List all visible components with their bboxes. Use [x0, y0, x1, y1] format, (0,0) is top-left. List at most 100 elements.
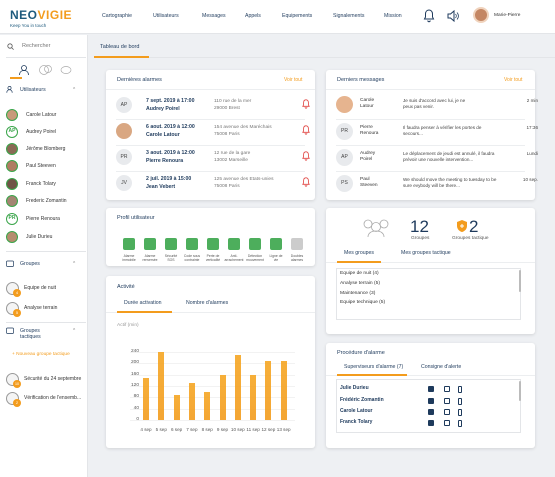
alarm-date: 2 juil. 2019 à 15:00: [146, 176, 192, 182]
y-tick-label: 0: [136, 417, 139, 422]
nav-signalements[interactable]: Signalements: [333, 13, 364, 19]
profile-alarm-item[interactable]: Doubles alarmes: [284, 238, 310, 262]
group-list-item[interactable]: Equipe technique (5): [340, 300, 385, 305]
alarm-bell-icon[interactable]: [302, 151, 310, 161]
tab-supervisors[interactable]: Superviseurs d'alarme (7): [344, 364, 403, 370]
sidebar-user[interactable]: Frederic Zomantin: [6, 195, 86, 207]
alarm-bell-icon[interactable]: [302, 125, 310, 135]
active-tab-indicator: [337, 261, 381, 263]
bar[interactable]: [173, 394, 180, 420]
user-name[interactable]: Marie-Pierre: [494, 13, 520, 18]
bar[interactable]: [204, 391, 211, 420]
phone-icon[interactable]: [444, 420, 450, 426]
mobile-icon[interactable]: [458, 409, 462, 416]
message-row[interactable]: PS Paul Steeven We should move the meeting…: [336, 173, 541, 197]
bell-icon[interactable]: [423, 9, 435, 23]
sidebar-user[interactable]: PR Pierre Renoura: [6, 213, 86, 225]
brand-logo[interactable]: NEOVIGIE Keep You in touch: [10, 8, 72, 28]
y-tick-label: 120: [130, 383, 139, 388]
message-row[interactable]: Carole Latour Je suis d'accord avec lui, …: [336, 94, 541, 118]
scrollbar[interactable]: [519, 381, 521, 401]
sidebar-tactical-group[interactable]: 2 Vérification de l'ensemb...: [6, 392, 88, 407]
tab-my-tactical-groups[interactable]: Mes groupes tactique: [401, 250, 451, 256]
sidebar-group[interactable]: 5 Analyse terrain: [6, 302, 88, 317]
user-avatar[interactable]: [473, 7, 489, 23]
bar[interactable]: [158, 352, 165, 420]
alarm-bell-icon[interactable]: [302, 177, 310, 187]
tab-activation-duration[interactable]: Durée activation: [124, 300, 162, 306]
nav-cartographie[interactable]: Cartographie: [102, 13, 132, 19]
mobile-icon[interactable]: [458, 386, 462, 393]
sidebar-user[interactable]: Carole Latour: [6, 109, 86, 121]
sidebar-group[interactable]: 4 Equipe de nuit: [6, 282, 88, 297]
speaker-icon[interactable]: [447, 9, 459, 23]
sidebar-user[interactable]: Paul Steeven: [6, 160, 86, 172]
sidebar-user[interactable]: Julie Durieu: [6, 231, 86, 243]
sidebar-tactical-group[interactable]: 10 Sécurité du 24 septembre: [6, 373, 88, 388]
bar[interactable]: [280, 360, 287, 420]
alarm-row[interactable]: AP 7 sept. 2019 à 17:00 Audrey Poirel 110 r…: [116, 95, 321, 117]
scrollbar[interactable]: [519, 270, 521, 292]
message-time: Lundi: [526, 151, 538, 156]
tab-my-groups[interactable]: Mes groupes: [344, 250, 374, 256]
group-list-item[interactable]: Analyse terrain (5): [340, 281, 380, 286]
shield-icon: [457, 220, 467, 232]
message-icon[interactable]: [428, 409, 434, 415]
alarm-row[interactable]: PR 3 aout. 2019 à 12:00 Pierre Renoura 12 r…: [116, 147, 321, 169]
message-icon[interactable]: [428, 386, 434, 392]
nav-equipements[interactable]: Equipements: [282, 13, 312, 19]
phone-icon[interactable]: [444, 409, 450, 415]
card-title: Derniers messages: [337, 77, 385, 83]
chevron-up-icon[interactable]: ⌃: [72, 87, 76, 93]
group-list-item[interactable]: Equipe de nuit (4): [340, 271, 379, 276]
bar[interactable]: [143, 377, 149, 420]
see-all-link[interactable]: Voir tout: [504, 77, 522, 83]
group-list-item[interactable]: Maintenance (3): [340, 291, 375, 296]
new-tactical-group-link[interactable]: + Nouveau groupe tactique: [12, 352, 70, 357]
message-icon[interactable]: [428, 420, 434, 426]
avatar: AP: [116, 97, 132, 113]
nav-appels[interactable]: Appels: [245, 13, 261, 19]
bar[interactable]: [188, 383, 195, 420]
sidebar-user[interactable]: Jérôme Blomberg: [6, 143, 86, 155]
tab-alarm-count[interactable]: Nombre d'alarmes: [186, 300, 228, 306]
alarm-date: 3 aout. 2019 à 12:00: [146, 150, 195, 156]
phone-icon[interactable]: [444, 386, 450, 392]
bar[interactable]: [265, 360, 272, 420]
alarm-row[interactable]: JV 2 juil. 2019 à 15:00 Jean Vebert 125 ave…: [116, 173, 321, 195]
nav-mission[interactable]: Mission: [384, 13, 402, 19]
search-input[interactable]: Rechercher: [22, 43, 50, 49]
divider: [336, 171, 525, 172]
see-all-link[interactable]: Voir tout: [284, 77, 302, 83]
sidebar-tactical-label: Vérification de l'ensemb...: [24, 395, 82, 401]
tab-alert-instructions[interactable]: Consigne d'alerte: [421, 364, 461, 370]
alarm-date: 7 sept. 2019 à 17:00: [146, 98, 195, 104]
sidebar-user[interactable]: Franck Tolary: [6, 178, 86, 190]
message-row[interactable]: PR Pierre Renoura Il faudra penser à vérif…: [336, 121, 541, 145]
supervisor-row[interactable]: Carole Latour: [340, 408, 480, 418]
alarm-row[interactable]: 6 aout. 2019 à 12:00 Carole Latour 154 ave…: [116, 121, 321, 143]
supervisor-row[interactable]: Frédéric Zomantin: [340, 397, 480, 407]
phone-icon[interactable]: [444, 398, 450, 404]
motion-detection-icon: [249, 238, 261, 250]
tab-dashboard[interactable]: Tableau de bord: [100, 44, 139, 50]
sidebar-user[interactable]: AP Audrey Poirel: [6, 126, 86, 138]
view-toggle-icons[interactable]: [18, 64, 78, 76]
avatar: [6, 231, 18, 243]
supervisor-row[interactable]: Julie Durieu: [340, 385, 480, 395]
nav-messages[interactable]: Messages: [202, 13, 226, 19]
message-icon[interactable]: [428, 398, 434, 404]
bar[interactable]: [250, 374, 257, 420]
bar[interactable]: [219, 374, 226, 420]
bar[interactable]: [234, 354, 241, 420]
message-row[interactable]: AP Audrey Poirel Le déplacement de jeudi e…: [336, 147, 541, 171]
supervisor-row[interactable]: Franck Tolary: [340, 419, 480, 429]
chevron-up-icon[interactable]: ⌃: [72, 328, 76, 334]
groups-icon: [6, 260, 14, 267]
mobile-icon[interactable]: [458, 420, 462, 427]
nav-utilisateurs[interactable]: Utilisateurs: [153, 13, 179, 19]
mobile-icon[interactable]: [458, 398, 462, 405]
chevron-up-icon[interactable]: ⌃: [72, 261, 76, 267]
message-time: 2 min: [526, 98, 538, 103]
alarm-bell-icon[interactable]: [302, 99, 310, 109]
